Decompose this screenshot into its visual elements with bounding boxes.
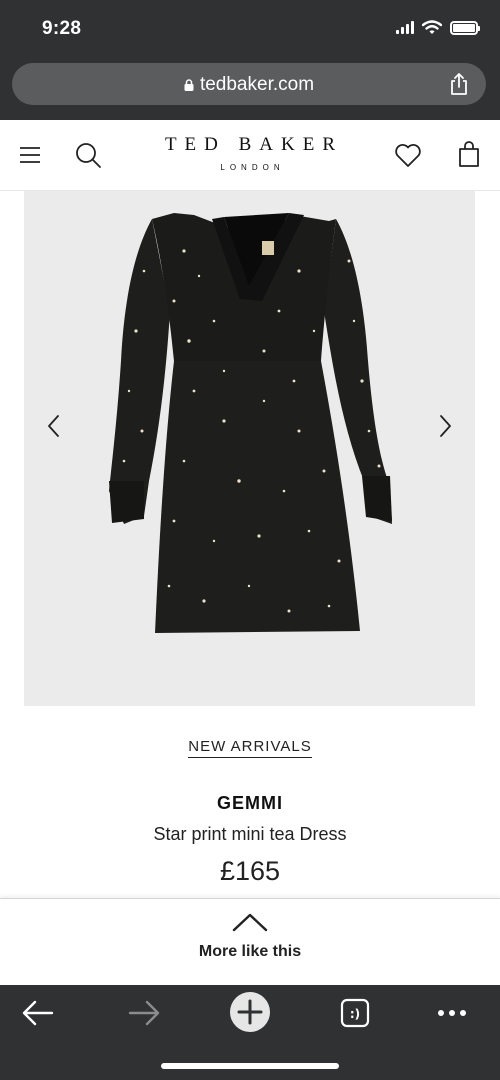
url-display[interactable]: tedbaker.com bbox=[12, 74, 486, 96]
site-header: TED BAKER LONDON bbox=[0, 120, 500, 191]
heart-icon[interactable] bbox=[394, 142, 422, 168]
site-logo[interactable]: TED BAKER LONDON bbox=[150, 134, 350, 172]
product-description: Star print mini tea Dress bbox=[153, 824, 347, 844]
back-arrow-icon[interactable] bbox=[18, 995, 58, 1031]
next-image-arrow-icon[interactable] bbox=[435, 413, 455, 439]
product-image[interactable] bbox=[24, 191, 475, 706]
more-dots-icon[interactable] bbox=[432, 995, 472, 1031]
url-bar[interactable]: tedbaker.com bbox=[12, 63, 486, 105]
tabs-glyph: :) bbox=[350, 1007, 360, 1021]
more-like-this-bar[interactable]: More like this bbox=[0, 898, 500, 985]
share-icon[interactable] bbox=[448, 72, 470, 96]
product-dress-image bbox=[109, 213, 392, 633]
browser-bottom-toolbar: :) bbox=[0, 985, 500, 1080]
logo-sub-text: LONDON bbox=[220, 163, 285, 172]
product-name: GEMMI bbox=[217, 793, 283, 813]
lock-icon bbox=[184, 79, 194, 91]
browser-address-area: tedbaker.com bbox=[0, 58, 500, 120]
battery-icon bbox=[450, 20, 480, 35]
new-tab-plus-icon[interactable] bbox=[229, 991, 271, 1033]
bag-icon[interactable] bbox=[457, 140, 481, 168]
wifi-icon bbox=[422, 20, 442, 34]
chevron-up-icon bbox=[232, 913, 268, 932]
status-icons bbox=[396, 20, 480, 35]
cellular-signal-icon bbox=[396, 21, 414, 34]
tabs-outline-icon: :) bbox=[340, 998, 370, 1028]
url-text: tedbaker.com bbox=[199, 74, 315, 95]
previous-image-arrow-icon[interactable] bbox=[44, 413, 64, 439]
forward-arrow-icon[interactable] bbox=[124, 995, 164, 1031]
status-bar: 9:28 bbox=[0, 0, 500, 58]
menu-icon[interactable] bbox=[20, 146, 40, 164]
product-price: £165 bbox=[219, 856, 281, 886]
home-indicator[interactable] bbox=[161, 1063, 339, 1069]
more-like-this-label: More like this bbox=[198, 943, 302, 960]
category-link-container: NEW ARRIVALS bbox=[0, 738, 500, 758]
tabs-icon[interactable]: :) bbox=[335, 995, 375, 1031]
search-icon[interactable] bbox=[74, 141, 102, 169]
logo-main-text: TED BAKER bbox=[164, 134, 344, 155]
status-time: 9:28 bbox=[42, 18, 82, 39]
category-link[interactable]: NEW ARRIVALS bbox=[188, 738, 312, 758]
